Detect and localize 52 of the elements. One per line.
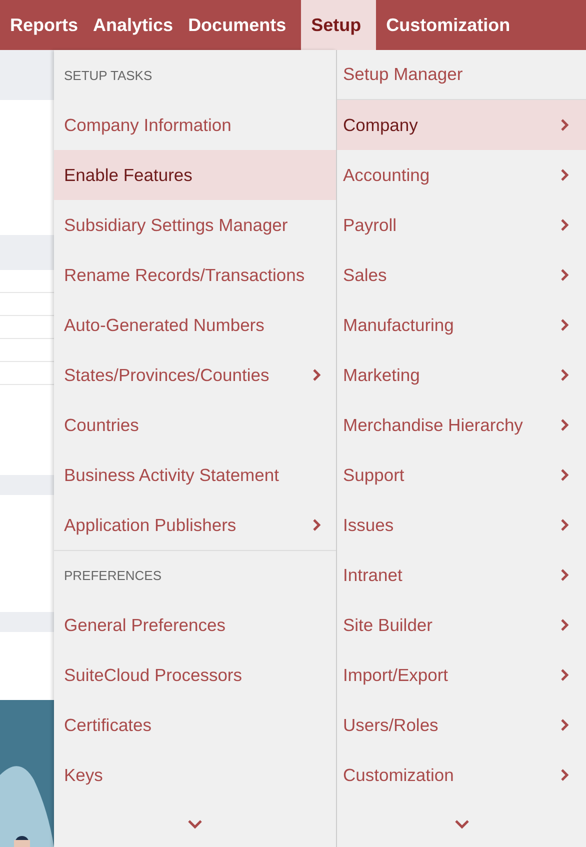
menu-item[interactable]: Payroll (337, 200, 586, 250)
menu-item[interactable]: Business Activity Statement (54, 450, 336, 500)
menu-item[interactable]: States/Provinces/Counties (54, 350, 336, 400)
menu-item[interactable]: Site Builder (337, 600, 586, 650)
nav-tab[interactable]: Setup (301, 0, 376, 50)
menu-item[interactable]: Customization (337, 750, 586, 800)
menu-item[interactable]: Keys (54, 750, 336, 800)
section-heading: PREFERENCES (64, 568, 162, 583)
section-heading: SETUP TASKS (64, 68, 152, 82)
menu-item[interactable]: Issues (337, 500, 586, 550)
menu-item[interactable]: Auto-Generated Numbers (54, 300, 336, 350)
chevron-right-icon (560, 318, 569, 332)
chevron-right-icon (560, 518, 569, 532)
nav-tab[interactable]: Documents (188, 0, 302, 50)
menu-item[interactable]: Enable Features (54, 150, 336, 200)
menu-item[interactable]: General Preferences (54, 600, 336, 650)
menu-item[interactable]: Marketing (337, 350, 586, 400)
nav-tab[interactable]: Customization (376, 0, 526, 50)
menu-item[interactable]: Accounting (337, 150, 586, 200)
chevron-right-icon (560, 668, 569, 682)
chevron-right-icon (312, 368, 321, 382)
menu-item[interactable]: Merchandise Hierarchy (337, 400, 586, 450)
chevron-down-icon[interactable] (187, 818, 203, 828)
menu-item[interactable]: Manufacturing (337, 300, 586, 350)
nav-tab[interactable]: Reports (0, 0, 94, 50)
chevron-right-icon (560, 218, 569, 232)
chevron-right-icon (560, 718, 569, 732)
menu-item[interactable]: Sales (337, 250, 586, 300)
menu-item[interactable]: Application Publishers (54, 500, 336, 550)
menu-item[interactable]: Company Information (54, 100, 336, 150)
chevron-right-icon (560, 168, 569, 182)
chevron-right-icon (312, 518, 321, 532)
menu-item[interactable]: Import/Export (337, 650, 586, 700)
menu-item[interactable]: Rename Records/Transactions (54, 250, 336, 300)
menu-item[interactable]: Company (337, 100, 586, 150)
chevron-right-icon (560, 118, 569, 132)
chevron-right-icon (560, 468, 569, 482)
chevron-right-icon (560, 418, 569, 432)
chevron-right-icon (560, 768, 569, 782)
chevron-right-icon (560, 268, 569, 282)
chevron-right-icon (560, 368, 569, 382)
nav-tab[interactable]: Analytics (93, 0, 188, 50)
chevron-right-icon (560, 568, 569, 582)
menu-item[interactable]: Users/Roles (337, 700, 586, 750)
menu-item[interactable]: Countries (54, 400, 336, 450)
menu-item[interactable]: Support (337, 450, 586, 500)
chevron-down-icon[interactable] (454, 818, 470, 828)
menu-item[interactable]: Intranet (337, 550, 586, 600)
menu-item[interactable]: SuiteCloud Processors (54, 650, 336, 700)
menu-item[interactable]: Subsidiary Settings Manager (54, 200, 336, 250)
menu-item[interactable]: Certificates (54, 700, 336, 750)
chevron-right-icon (560, 618, 569, 632)
